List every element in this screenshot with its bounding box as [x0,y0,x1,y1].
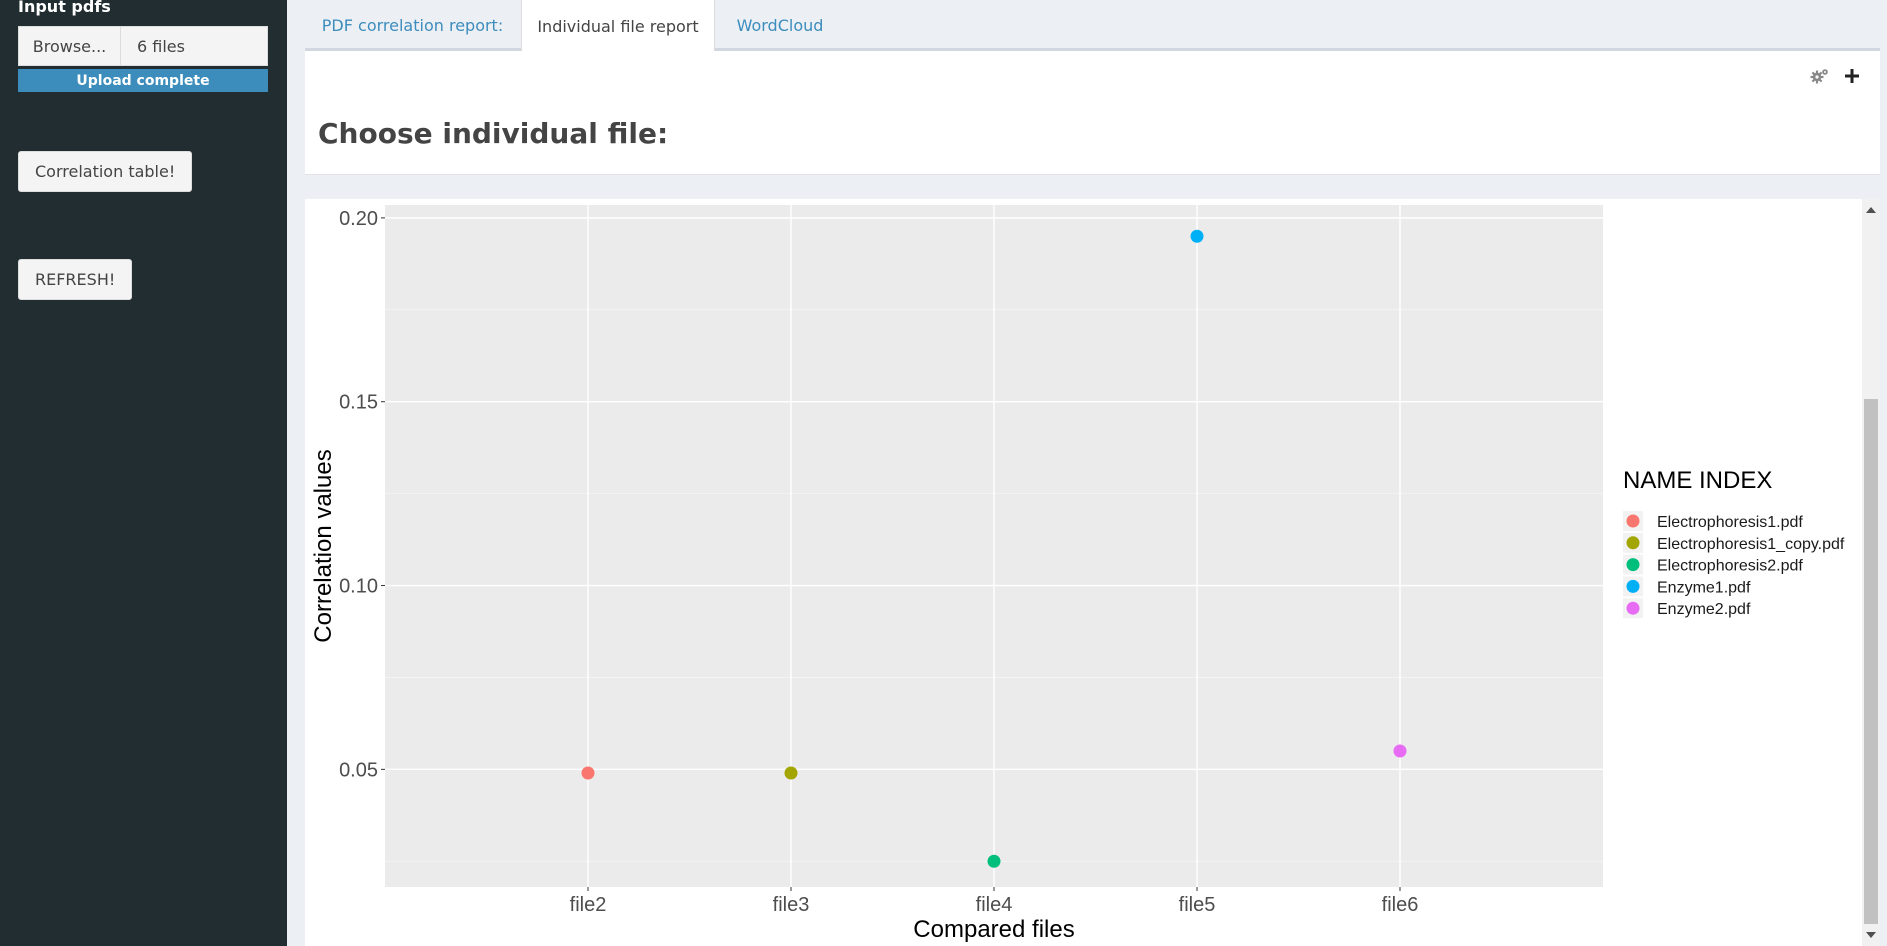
scroll-down-arrow-icon[interactable] [1862,928,1880,942]
data-point [784,766,798,780]
file-count-field[interactable]: 6 files [121,26,268,66]
box-tools [1810,67,1860,90]
y-tick-label: 0.10 [339,576,378,598]
refresh-button[interactable]: REFRESH! [18,259,133,300]
data-point [1190,229,1204,243]
input-pdfs-label: Input pdfs [18,0,111,16]
correlation-scatter-chart: 0.05 0.10 0.15 0.20 file2 file3 file4 file5 file… [310,205,1845,943]
legend-label: Electrophoresis1.pdf [1657,514,1803,531]
correlation-plot: 0.05 0.10 0.15 0.20 file2 file3 file4 file5 file… [305,199,1862,946]
legend-marker [1626,558,1640,572]
y-tick-label: 0.05 [339,759,378,781]
correlation-table-button[interactable]: Correlation table! [18,151,193,192]
scroll-up-arrow-icon[interactable] [1862,203,1880,217]
tab-bar: PDF correlation report: Individual file … [305,0,1880,52]
page-scrollbar[interactable] [1862,199,1880,946]
legend-label: Enzyme1.pdf [1657,579,1751,596]
y-tick-label: 0.15 [339,392,378,414]
y-tick-label: 0.20 [339,208,378,230]
x-tick-label: file2 [570,894,607,916]
sidebar: Input pdfs Browse... 6 files Upload comp… [0,0,287,946]
file-input-group: Browse... 6 files [18,26,268,66]
choose-file-title: Choose individual file: [318,117,669,150]
data-point [987,854,1001,868]
data-point [1393,744,1407,758]
tab-pdf-correlation-report[interactable]: PDF correlation report: [305,0,520,51]
upload-progress-bar: Upload complete [18,69,268,92]
legend-label: Enzyme2.pdf [1657,601,1751,618]
y-axis-title: Correlation values [310,449,337,642]
legend-marker [1626,601,1640,615]
plus-icon[interactable] [1844,68,1860,89]
gears-icon[interactable] [1810,67,1830,90]
x-tick-label: file4 [976,894,1013,916]
legend-marker [1626,579,1640,593]
browse-button[interactable]: Browse... [18,26,121,66]
legend-marker [1626,514,1640,528]
data-point [581,766,595,780]
tab-individual-file-report[interactable]: Individual file report [521,0,715,52]
legend-label: Electrophoresis1_copy.pdf [1657,536,1845,553]
x-tick-label: file6 [1382,894,1419,916]
legend-label: Electrophoresis2.pdf [1657,558,1803,575]
tab-wordcloud[interactable]: WordCloud [715,0,845,51]
legend-title: NAME INDEX [1623,467,1772,494]
scroll-thumb[interactable] [1864,399,1878,924]
x-tick-label: file3 [773,894,810,916]
x-axis-title: Compared files [913,916,1074,943]
file-chooser-box: Choose individual file: [305,51,1880,175]
x-tick-label: file5 [1179,894,1216,916]
legend-marker [1626,536,1640,550]
